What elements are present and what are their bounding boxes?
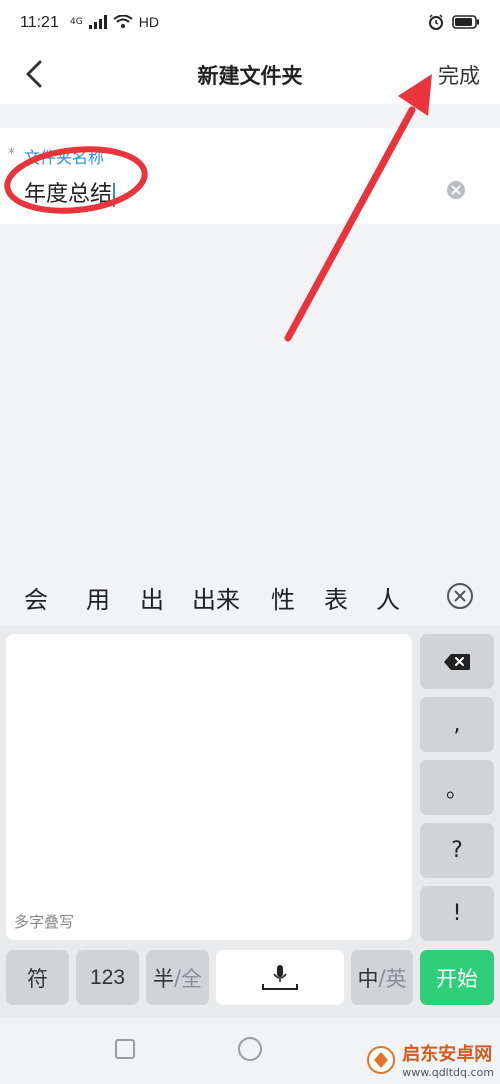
chinese-label: 中 — [357, 966, 379, 991]
page-title: 新建文件夹 — [197, 64, 303, 88]
question-key[interactable]: ? — [420, 823, 494, 878]
hd-label: HD — [138, 14, 159, 30]
collapse-candidates-icon[interactable] — [446, 582, 474, 610]
recents-square-icon[interactable] — [114, 1038, 136, 1060]
backspace-key[interactable] — [420, 634, 494, 689]
half-full-key[interactable]: 半 / 全 — [146, 950, 209, 1005]
folder-name-card: * 文件夹名称 年度总结 — [0, 128, 500, 224]
microphone-icon — [262, 964, 298, 990]
space-voice-key[interactable] — [216, 950, 344, 1005]
home-circle-icon[interactable] — [237, 1036, 263, 1062]
watermark-logo-icon — [367, 1045, 396, 1074]
section-divider — [0, 104, 500, 128]
exclamation-key[interactable]: ! — [420, 886, 494, 941]
candidate-word[interactable]: 出 — [140, 580, 164, 615]
candidate-word[interactable]: 会 — [24, 580, 48, 615]
candidate-word[interactable]: 人 — [376, 580, 400, 615]
candidate-word[interactable]: 表 — [324, 580, 348, 615]
battery-icon — [452, 15, 479, 29]
full-width-label: 全 — [181, 966, 203, 991]
alarm-icon — [429, 14, 443, 30]
watermark: 启东安卓网 www.qdltdq.com — [366, 1040, 494, 1079]
number-key[interactable]: 123 — [76, 950, 139, 1005]
candidate-word[interactable]: 性 — [271, 580, 295, 615]
network-label: 4G — [70, 17, 83, 27]
separator: / — [173, 965, 182, 990]
folder-name-label: 文件夹名称 — [24, 148, 105, 167]
watermark-text: 启东安卓网 www.qdltdq.com — [402, 1040, 494, 1079]
handwriting-hint: 多字叠写 — [14, 913, 75, 931]
folder-name-input[interactable]: 年度总结 — [24, 176, 116, 208]
handwriting-area[interactable]: 多字叠写 — [6, 634, 412, 940]
comma-key[interactable]: , — [420, 697, 494, 752]
period-key[interactable]: 。 — [420, 760, 494, 815]
status-icons: 4G HD — [70, 14, 159, 30]
folder-name-value: 年度总结 — [24, 182, 113, 207]
watermark-title: 启东安卓网 — [402, 1044, 493, 1065]
status-bar: 11:21 4G HD — [0, 0, 500, 46]
english-label: 英 — [385, 966, 407, 991]
wifi-icon — [113, 15, 133, 28]
signal-icon — [88, 15, 107, 29]
nav-bar: 新建文件夹 完成 — [0, 46, 500, 104]
required-mark: * — [8, 146, 15, 162]
handwriting-keyboard: 多字叠写 , 。 ? ! 符 123 半 / 全 中 / 英 开始 — [0, 626, 500, 1018]
half-width-label: 半 — [152, 966, 174, 991]
language-switch-key[interactable]: 中 / 英 — [351, 950, 413, 1005]
status-right — [428, 14, 480, 30]
text-caret — [113, 183, 116, 207]
separator: / — [378, 965, 386, 990]
candidate-word[interactable]: 出来 — [192, 580, 240, 615]
done-button[interactable]: 完成 — [438, 60, 480, 90]
start-key[interactable]: 开始 — [420, 950, 494, 1005]
clear-input-icon[interactable] — [446, 180, 466, 200]
backspace-icon — [444, 653, 470, 670]
candidate-word[interactable]: 用 — [86, 580, 110, 615]
candidate-bar: 会 用 出 出来 性 表 人 — [0, 564, 500, 626]
status-time: 11:21 — [20, 14, 59, 31]
watermark-url: www.qdltdq.com — [402, 1066, 494, 1079]
symbol-key[interactable]: 符 — [6, 950, 69, 1005]
